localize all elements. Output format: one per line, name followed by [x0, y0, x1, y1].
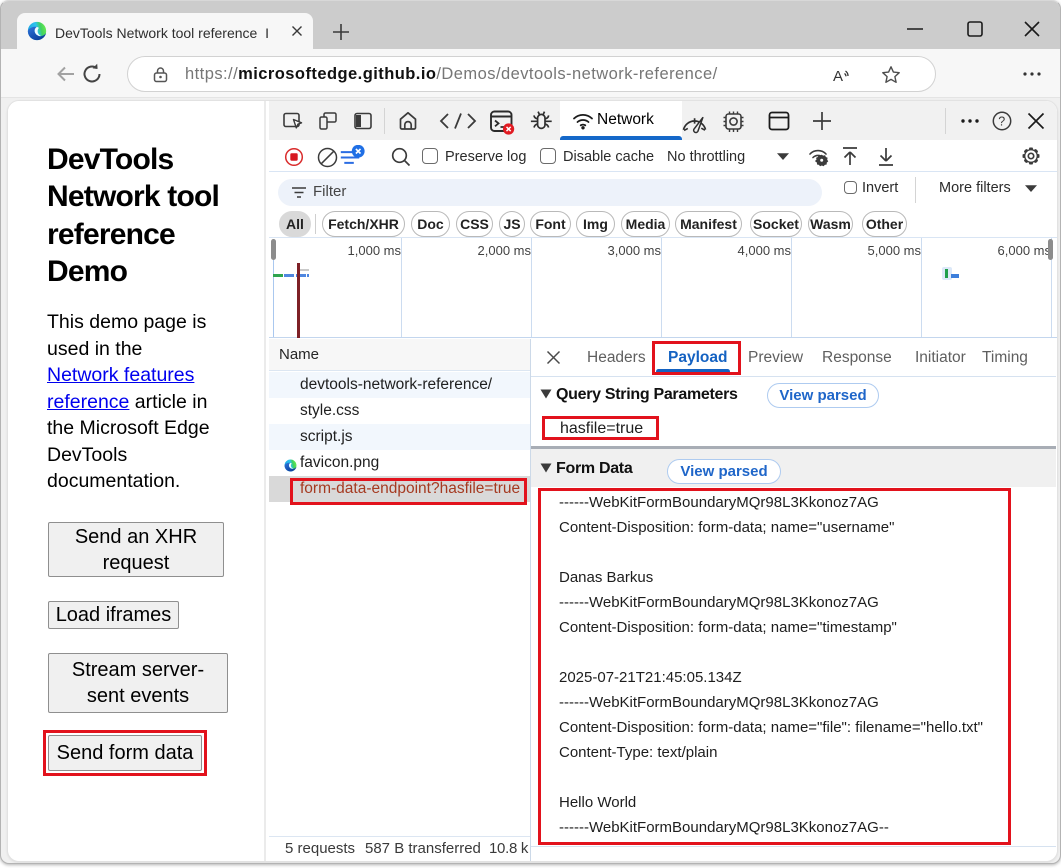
svg-text:?: ? [998, 114, 1005, 128]
svg-text:A: A [833, 68, 843, 85]
